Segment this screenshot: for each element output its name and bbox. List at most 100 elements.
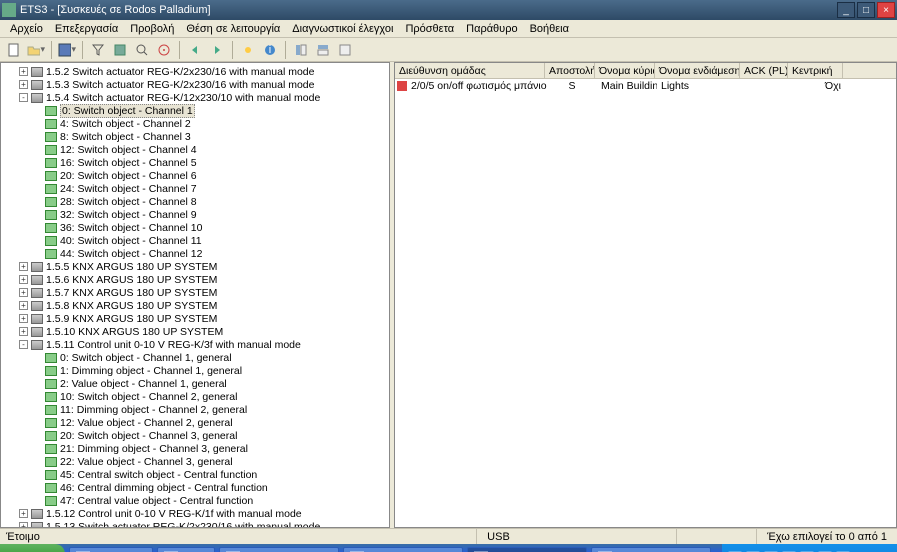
taskbar-task[interactable]: χωρίς τίτλο - Ζωγρα... — [343, 547, 463, 552]
start-button[interactable]: έναρξη — [0, 544, 65, 552]
view2-icon[interactable] — [313, 40, 333, 60]
expand-icon[interactable]: + — [19, 80, 28, 89]
tree-node[interactable]: 20: Switch object - Channel 3, general — [1, 429, 389, 442]
tree-node[interactable]: 20: Switch object - Channel 6 — [1, 169, 389, 182]
expand-icon[interactable]: + — [19, 262, 28, 271]
search-icon[interactable] — [132, 40, 152, 60]
status-ready: Έτοιμο — [0, 531, 476, 543]
menu-item[interactable]: Επεξεργασία — [51, 23, 122, 35]
grid-row[interactable]: 2/0/5 on/off φωτισμός μπάνιου S Main Bui… — [395, 79, 896, 93]
menu-item[interactable]: Προβολή — [126, 23, 178, 35]
view3-icon[interactable] — [335, 40, 355, 60]
config-icon[interactable] — [110, 40, 130, 60]
tree-node[interactable]: +1.5.10 KNX ARGUS 180 UP SYSTEM — [1, 325, 389, 338]
tree-node[interactable]: 45: Central switch object - Central func… — [1, 468, 389, 481]
target-icon[interactable] — [154, 40, 174, 60]
tree-node[interactable]: -1.5.4 Switch actuator REG-K/12x230/10 w… — [1, 91, 389, 104]
menu-item[interactable]: Παράθυρο — [462, 23, 521, 35]
device-tree[interactable]: +1.5.2 Switch actuator REG-K/2x230/16 wi… — [1, 63, 389, 528]
column-header[interactable]: ACK (PL) — [740, 63, 788, 78]
filter-icon[interactable] — [88, 40, 108, 60]
tree-node[interactable]: 0: Switch object - Channel 1, general — [1, 351, 389, 364]
tree-node[interactable]: 32: Switch object - Channel 9 — [1, 208, 389, 221]
tree-node[interactable]: 21: Dimming object - Channel 3, general — [1, 442, 389, 455]
save-button[interactable]: ▾ — [57, 40, 77, 60]
tree-label: 4: Switch object - Channel 2 — [60, 118, 191, 130]
status-empty — [676, 529, 756, 544]
taskbar-task[interactable]: KNX Basic — [69, 547, 154, 552]
column-header[interactable]: Όνομα ενδιάμεσης ... — [655, 63, 740, 78]
device-icon — [31, 288, 43, 298]
device-tree-pane[interactable]: +1.5.2 Switch actuator REG-K/2x230/16 wi… — [0, 62, 390, 528]
collapse-icon[interactable]: - — [19, 340, 28, 349]
tree-node[interactable]: +1.5.12 Control unit 0-10 V REG-K/1f wit… — [1, 507, 389, 520]
tree-node[interactable]: 47: Central value object - Central funct… — [1, 494, 389, 507]
menu-item[interactable]: Θέση σε λειτουργία — [182, 23, 284, 35]
taskbar-task[interactable]: ETS3 - [Συσκευές σε ... — [467, 547, 587, 552]
menu-item[interactable]: Αρχείο — [6, 23, 47, 35]
tree-node[interactable]: 28: Switch object - Channel 8 — [1, 195, 389, 208]
tree-node[interactable]: 16: Switch object - Channel 5 — [1, 156, 389, 169]
tree-node[interactable]: 11: Dimming object - Channel 2, general — [1, 403, 389, 416]
back-icon[interactable] — [185, 40, 205, 60]
separator — [285, 41, 286, 59]
open-button[interactable]: ▾ — [26, 40, 46, 60]
tree-node[interactable]: +1.5.2 Switch actuator REG-K/2x230/16 wi… — [1, 65, 389, 78]
maximize-button[interactable]: □ — [857, 2, 875, 18]
view1-icon[interactable] — [291, 40, 311, 60]
tree-node[interactable]: +1.5.5 KNX ARGUS 180 UP SYSTEM — [1, 260, 389, 273]
tree-node[interactable]: +1.5.7 KNX ARGUS 180 UP SYSTEM — [1, 286, 389, 299]
tree-label: 24: Switch object - Channel 7 — [60, 183, 197, 195]
column-header[interactable]: Κεντρική — [788, 63, 843, 78]
expand-icon[interactable]: + — [19, 314, 28, 323]
expand-icon[interactable]: + — [19, 301, 28, 310]
tree-node[interactable]: 40: Switch object - Channel 11 — [1, 234, 389, 247]
sun-icon[interactable] — [238, 40, 258, 60]
expand-icon[interactable]: + — [19, 288, 28, 297]
tree-node[interactable]: +1.5.8 KNX ARGUS 180 UP SYSTEM — [1, 299, 389, 312]
tree-node[interactable]: 12: Value object - Channel 2, general — [1, 416, 389, 429]
tree-node[interactable]: 0: Switch object - Channel 1 — [1, 104, 389, 117]
taskbar-task[interactable]: Word — [157, 547, 215, 552]
tree-node[interactable]: +1.5.9 KNX ARGUS 180 UP SYSTEM — [1, 312, 389, 325]
tree-node[interactable]: 46: Central dimming object - Central fun… — [1, 481, 389, 494]
tree-node[interactable]: +1.5.13 Switch actuator REG-K/2x230/16 w… — [1, 520, 389, 528]
expand-icon[interactable]: + — [19, 522, 28, 528]
expand-icon[interactable]: + — [19, 327, 28, 336]
tree-node[interactable]: 36: Switch object - Channel 10 — [1, 221, 389, 234]
column-header[interactable]: Όνομα κύριας ... — [595, 63, 655, 78]
cell-address: 2/0/5 on/off φωτισμός μπάνιου — [407, 80, 547, 92]
tree-node[interactable]: 2: Value object - Channel 1, general — [1, 377, 389, 390]
taskbar-task[interactable]: Επιφάνεια εργασίας — [591, 547, 711, 552]
tree-node[interactable]: +1.5.3 Switch actuator REG-K/2x230/16 wi… — [1, 78, 389, 91]
tree-node[interactable]: 12: Switch object - Channel 4 — [1, 143, 389, 156]
tree-label: 47: Central value object - Central funct… — [60, 495, 253, 507]
minimize-button[interactable]: _ — [837, 2, 855, 18]
tree-node[interactable]: -1.5.11 Control unit 0-10 V REG-K/3f wit… — [1, 338, 389, 351]
tree-node[interactable]: 24: Switch object - Channel 7 — [1, 182, 389, 195]
column-header[interactable]: Αποστολή — [545, 63, 595, 78]
menu-item[interactable]: Πρόσθετα — [401, 23, 458, 35]
new-button[interactable] — [4, 40, 24, 60]
info-icon[interactable]: i — [260, 40, 280, 60]
tree-node[interactable]: 8: Switch object - Channel 3 — [1, 130, 389, 143]
tree-node[interactable]: 10: Switch object - Channel 2, general — [1, 390, 389, 403]
device-icon — [31, 93, 43, 103]
close-button[interactable]: × — [877, 2, 895, 18]
object-icon — [45, 184, 57, 194]
menu-item[interactable]: Βοήθεια — [526, 23, 573, 35]
menu-item[interactable]: Διαγνωστικοί έλεγχοι — [288, 23, 397, 35]
tree-node[interactable]: 4: Switch object - Channel 2 — [1, 117, 389, 130]
tree-node[interactable]: 22: Value object - Channel 3, general — [1, 455, 389, 468]
tree-node[interactable]: 1: Dimming object - Channel 1, general — [1, 364, 389, 377]
tree-node[interactable]: 44: Switch object - Channel 12 — [1, 247, 389, 260]
expand-icon[interactable]: + — [19, 67, 28, 76]
column-header[interactable]: Διεύθυνση ομάδας — [395, 63, 545, 78]
collapse-icon[interactable]: - — [19, 93, 28, 102]
expand-icon[interactable]: + — [19, 275, 28, 284]
taskbar-task[interactable]: Πτυχιακή εργασία τε... — [219, 547, 339, 552]
expand-icon[interactable]: + — [19, 509, 28, 518]
tree-node[interactable]: +1.5.6 KNX ARGUS 180 UP SYSTEM — [1, 273, 389, 286]
grid-body[interactable]: 2/0/5 on/off φωτισμός μπάνιου S Main Bui… — [395, 79, 896, 527]
forward-icon[interactable] — [207, 40, 227, 60]
